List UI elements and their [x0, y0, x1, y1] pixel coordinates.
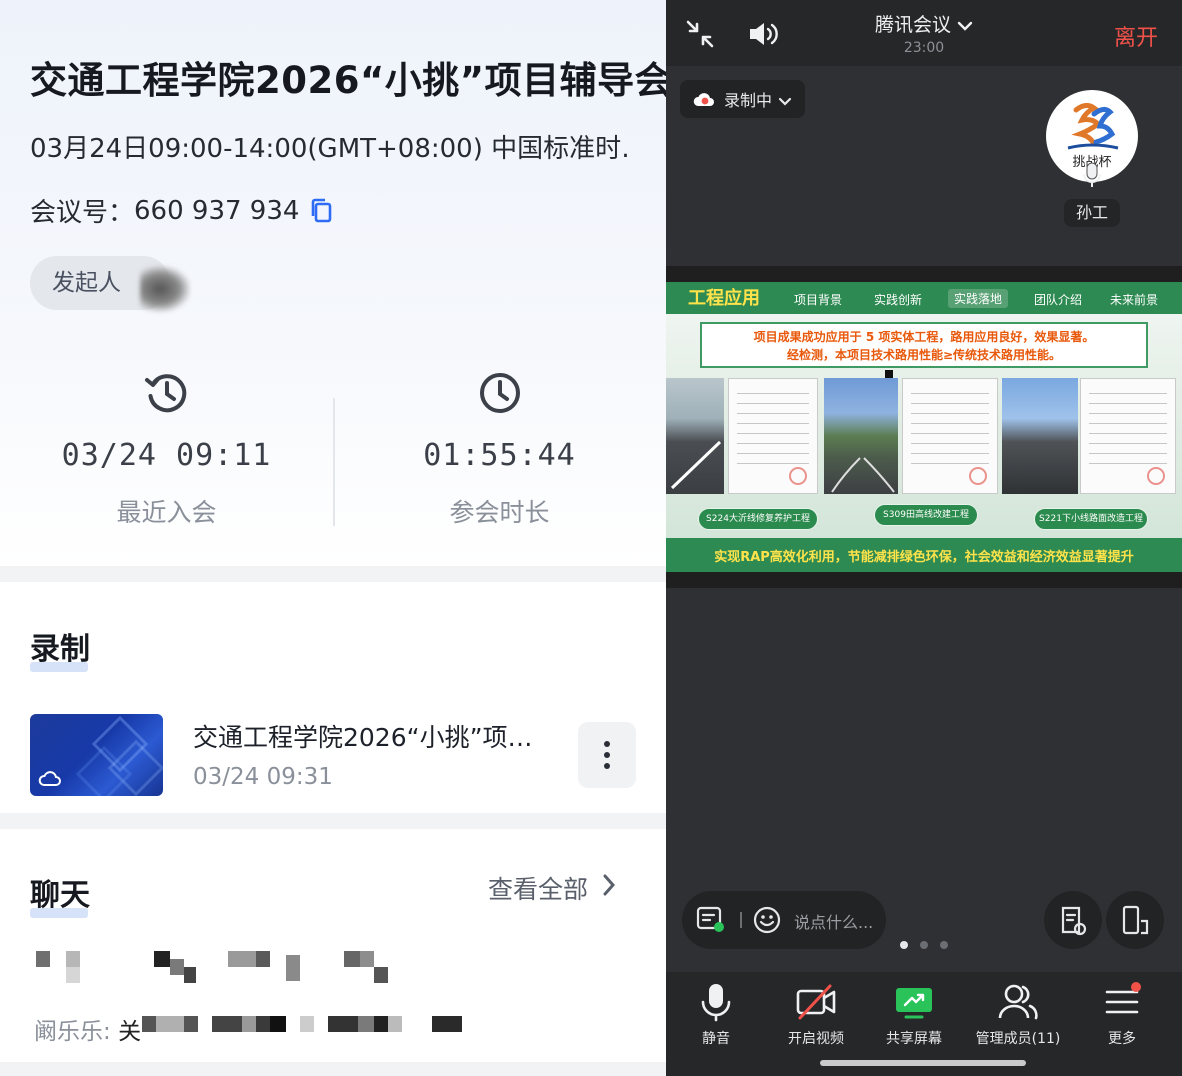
slide-banner: 项目成果成功应用于 5 项实体工程，路用应用良好，效果显著。 经检测，本项目技术… — [700, 322, 1148, 368]
pointer-marker — [885, 370, 893, 378]
chevron-down-icon — [957, 15, 973, 37]
section-separator — [0, 566, 666, 582]
rotate-screen-button[interactable] — [1106, 891, 1164, 949]
document-scan — [902, 378, 998, 494]
emoji-icon[interactable] — [752, 905, 782, 939]
meeting-video-pane: 腾讯会议 23:00 离开 录制中 挑战杯 孙工 — [666, 0, 1182, 1076]
clock-icon — [477, 370, 523, 416]
slide-nav-item: 未来前景 — [1110, 293, 1159, 307]
section-separator — [0, 1062, 666, 1076]
meeting-details-pane: 交通工程学院2026“小挑”项目辅导会 03月24日09:00-14:00(GM… — [0, 0, 666, 1076]
members-icon — [998, 982, 1038, 1022]
shared-slide: 工程应用 项目背景 实践创新 实践落地 团队介绍 未来前景 项目成果成功应用于 … — [666, 282, 1182, 572]
stat-duration: 01:55:44 参会时长 — [333, 370, 666, 529]
meeting-id-value: 660 937 934 — [134, 195, 300, 226]
chat-list-icon[interactable] — [696, 906, 726, 938]
chevron-down-icon — [778, 93, 792, 106]
chat-section-title: 聊天 — [30, 870, 90, 918]
road-photo — [824, 378, 898, 494]
host-avatar-blurred — [140, 266, 190, 312]
chevron-right-icon — [602, 873, 616, 903]
document-scan — [1080, 378, 1176, 494]
cloud-recording-icon — [692, 90, 716, 108]
start-video-button[interactable]: 开启视频 — [766, 982, 866, 1048]
recording-more-button[interactable] — [578, 722, 636, 788]
duration-label: 参会时长 — [449, 498, 550, 527]
document-scan — [728, 378, 818, 494]
last-join-label: 最近入会 — [116, 498, 217, 527]
document-edit-icon — [1061, 906, 1087, 936]
more-button[interactable]: 更多 — [1072, 982, 1172, 1048]
project-label: S309田高线改建工程 — [874, 504, 978, 526]
last-join-value: 03/24 09:11 — [61, 438, 272, 473]
leave-button[interactable]: 离开 — [1114, 20, 1158, 52]
separator — [740, 912, 742, 928]
cloud-icon — [38, 768, 62, 792]
meeting-title: 交通工程学院2026“小挑”项目辅导会 — [30, 59, 666, 102]
video-off-icon — [796, 982, 836, 1022]
recording-date: 03/24 09:31 — [193, 764, 333, 790]
slide-section-title: 工程应用 — [688, 288, 760, 309]
more-menu-icon — [1102, 982, 1142, 1022]
chat-second-line-pixelated — [0, 1014, 666, 1038]
duration-value: 01:55:44 — [423, 438, 576, 473]
mute-button[interactable]: 静音 — [666, 982, 766, 1048]
meeting-time-range: 03月24日09:00-14:00(GMT+08:00) 中国标准时… — [30, 134, 630, 164]
section-separator — [0, 813, 666, 829]
slide-nav-item: 团队介绍 — [1034, 293, 1083, 307]
microphone-icon — [1081, 162, 1103, 188]
road-photo — [1002, 378, 1078, 494]
slide-footer: 实现RAP高效化利用，节能减排绿色环保，社会效益和经济效益显著提升 — [666, 538, 1182, 572]
history-clock-icon — [144, 370, 190, 416]
meeting-clock: 23:00 — [903, 40, 945, 56]
recording-status-button[interactable]: 录制中 — [680, 80, 805, 118]
recording-title[interactable]: 交通工程学院2026“小挑”项… — [193, 718, 543, 754]
phone-rotate-icon — [1122, 905, 1149, 935]
meeting-id-row: 会议号： 660 937 934 — [30, 192, 335, 229]
project-label: S224大沂线修复养护工程 — [698, 508, 818, 530]
participant-name: 孙工 — [1064, 199, 1120, 227]
microphone-icon — [696, 982, 736, 1022]
chat-placeholder[interactable]: 说点什么... — [794, 909, 873, 933]
manage-members-button[interactable]: 管理成员(11) — [963, 982, 1073, 1048]
document-button[interactable] — [1044, 891, 1102, 949]
share-screen-icon — [894, 982, 934, 1022]
app-title-dropdown[interactable]: 腾讯会议 — [666, 10, 1182, 37]
project-label: S221下小线路面改造工程 — [1034, 508, 1148, 530]
copy-icon[interactable] — [309, 198, 335, 224]
recording-thumbnail[interactable] — [30, 714, 163, 796]
stat-last-join: 03/24 09:11 最近入会 — [0, 370, 333, 529]
slide-nav-item: 实践创新 — [874, 293, 923, 307]
chat-message-pixelated — [0, 945, 666, 985]
slide-nav-item-active: 实践落地 — [948, 289, 1009, 308]
share-screen-button[interactable]: 共享屏幕 — [864, 982, 964, 1048]
page-indicator — [900, 941, 950, 949]
road-photo — [666, 378, 724, 494]
chat-input-pill[interactable]: 说点什么... — [682, 891, 886, 949]
home-indicator — [820, 1060, 1026, 1066]
recording-section-title: 录制 — [30, 624, 90, 672]
view-all-chat-link[interactable]: 查看全部 — [488, 870, 616, 906]
meeting-id-label: 会议号： — [30, 198, 135, 228]
slide-nav-item: 项目背景 — [794, 293, 843, 307]
